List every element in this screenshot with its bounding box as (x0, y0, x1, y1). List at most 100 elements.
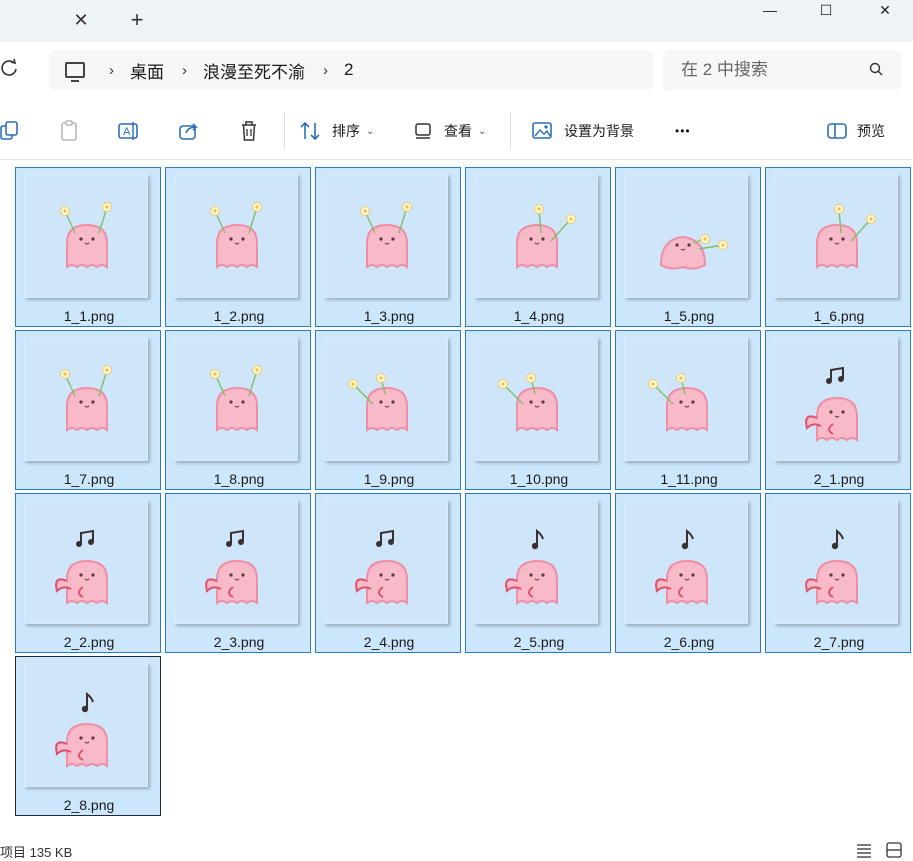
preview-pane-button[interactable]: 预览 (827, 118, 885, 144)
file-tile[interactable]: 1_6.png (765, 167, 911, 327)
file-tile[interactable]: 2_8.png (15, 656, 161, 816)
rename-icon[interactable]: A (118, 120, 140, 142)
sort-button[interactable]: 排序 ⌄ (300, 118, 374, 144)
chevron-right-icon[interactable]: › (109, 62, 114, 79)
file-thumbnail (624, 500, 748, 624)
ghost-flower-image (348, 373, 408, 433)
chevron-right-icon[interactable]: › (323, 62, 328, 79)
maximize-button[interactable]: ☐ (798, 0, 854, 20)
file-tile[interactable]: 2_1.png (765, 330, 911, 490)
file-thumbnail (24, 174, 148, 298)
close-icon: ✕ (879, 1, 891, 18)
share-icon[interactable] (178, 120, 200, 142)
preview-pane-icon (827, 123, 847, 139)
view-button[interactable]: 查看 ⌄ (414, 118, 486, 144)
file-thumbnail (774, 500, 898, 624)
status-bar (0, 830, 913, 860)
refresh-icon (1, 58, 17, 76)
search-input[interactable] (681, 60, 851, 80)
file-tile[interactable]: 2_4.png (315, 493, 461, 653)
file-thumbnail (774, 174, 898, 298)
refresh-button[interactable] (0, 58, 22, 82)
file-tile[interactable]: 1_2.png (165, 167, 311, 327)
ghost-flower-image (210, 202, 262, 270)
breadcrumb[interactable]: › 桌面 › 浪漫至死不渝 › 2 (49, 50, 653, 90)
file-thumbnail (624, 174, 748, 298)
new-tab-button[interactable]: + (126, 8, 148, 32)
tiles-view-icon[interactable] (886, 842, 902, 858)
delete-icon[interactable] (238, 120, 260, 142)
file-name: 2_6.png (663, 634, 715, 650)
file-thumbnail (624, 337, 748, 461)
maximize-icon: ☐ (819, 1, 833, 18)
file-thumbnail (324, 500, 448, 624)
file-thumbnail (324, 174, 448, 298)
file-tile[interactable]: 1_5.png (615, 167, 761, 327)
file-thumbnail (24, 337, 148, 461)
crumb-current[interactable]: 2 (344, 60, 353, 80)
details-view-icon[interactable] (856, 842, 872, 858)
file-tile[interactable]: 2_3.png (165, 493, 311, 653)
set-as-background-button[interactable]: 设置为背景 (532, 118, 634, 144)
file-thumbnail (474, 337, 598, 461)
sort-icon (300, 121, 320, 141)
copy-icon[interactable] (0, 120, 22, 142)
file-name: 1_4.png (513, 308, 565, 324)
ghost-music-image (655, 528, 708, 606)
paste-icon[interactable] (58, 120, 80, 142)
view-icon (415, 123, 431, 139)
computer-icon (65, 62, 85, 82)
file-tile[interactable]: 2_6.png (615, 493, 761, 653)
file-tile[interactable]: 1_8.png (165, 330, 311, 490)
file-name: 2_8.png (63, 797, 115, 813)
crumb-desktop[interactable]: 桌面 (130, 58, 164, 83)
file-tile[interactable]: 1_4.png (465, 167, 611, 327)
file-name: 2_7.png (813, 634, 865, 650)
preview-label: 预览 (857, 123, 885, 139)
search-box[interactable] (663, 50, 901, 90)
file-tile[interactable]: 1_7.png (15, 330, 161, 490)
toolbar-divider (284, 112, 285, 150)
file-name: 1_10.png (509, 471, 569, 487)
file-thumbnail (174, 174, 298, 298)
file-tile[interactable]: 1_3.png (315, 167, 461, 327)
file-name: 1_1.png (63, 308, 115, 324)
file-name: 1_8.png (213, 471, 265, 487)
file-name: 1_5.png (663, 308, 715, 324)
file-thumbnail (174, 500, 298, 624)
file-tile[interactable]: 1_1.png (15, 167, 161, 327)
more-options-button[interactable]: ••• (675, 118, 691, 144)
file-name: 1_7.png (63, 471, 115, 487)
more-icon: ••• (675, 124, 691, 138)
ghost-music-image (55, 691, 108, 769)
file-tile[interactable]: 2_7.png (765, 493, 911, 653)
crumb-folder[interactable]: 浪漫至死不渝 (203, 58, 305, 83)
file-thumbnail (24, 500, 148, 624)
file-tile[interactable]: 1_9.png (315, 330, 461, 490)
file-thumbnail (774, 337, 898, 461)
svg-text:A: A (123, 126, 131, 138)
file-thumbnail (24, 663, 148, 787)
file-name: 2_3.png (213, 634, 265, 650)
ghost-flower-image (210, 365, 262, 433)
file-tile[interactable]: 1_11.png (615, 330, 761, 490)
file-name: 1_3.png (363, 308, 415, 324)
chevron-right-icon[interactable]: › (182, 62, 187, 79)
image-icon (532, 122, 552, 139)
close-tab-button[interactable]: ✕ (70, 8, 92, 32)
minimize-button[interactable]: — (742, 0, 798, 20)
status-text: 项目 135 KB (0, 845, 73, 860)
ghost-flower-image (659, 234, 728, 270)
ghost-flower-image (360, 202, 412, 270)
file-tile[interactable]: 2_5.png (465, 493, 611, 653)
file-tile[interactable]: 1_10.png (465, 330, 611, 490)
file-name: 2_4.png (363, 634, 415, 650)
file-thumbnail (324, 337, 448, 461)
close-window-button[interactable]: ✕ (857, 0, 913, 20)
file-name: 1_9.png (363, 471, 415, 487)
search-icon[interactable] (869, 62, 883, 76)
ghost-music-image (505, 528, 558, 606)
file-tile[interactable]: 2_2.png (15, 493, 161, 653)
minimize-icon: — (763, 2, 777, 18)
ghost-flower-image (60, 365, 112, 433)
